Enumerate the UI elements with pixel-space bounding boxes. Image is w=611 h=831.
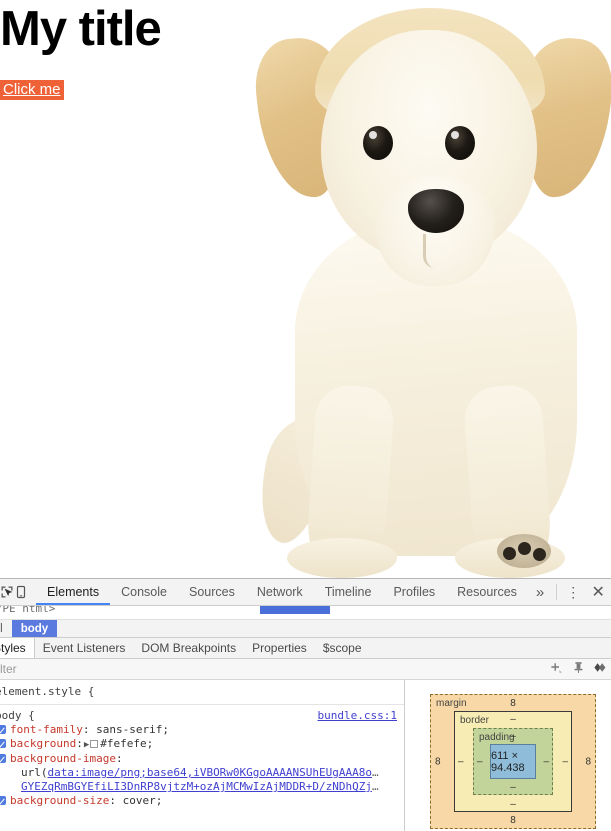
url-ellipsis: … xyxy=(372,766,379,779)
rendered-page: My title Click me xyxy=(0,0,611,578)
style-rule-body[interactable]: body { bundle.css:1 font-family: sans-se… xyxy=(0,709,405,810)
puppy-paw-pad xyxy=(497,534,551,568)
property-name[interactable]: background-size xyxy=(10,794,109,807)
tab-event-listeners[interactable]: Event Listeners xyxy=(35,638,134,658)
puppy-background-image xyxy=(255,0,611,578)
margin-top-value[interactable]: 8 xyxy=(431,698,595,709)
margin-right-value[interactable]: 8 xyxy=(585,756,591,767)
padding-right-value[interactable]: – xyxy=(543,756,549,767)
dom-selection-highlight xyxy=(260,606,330,614)
declaration-background-image[interactable]: background-image: xyxy=(0,752,401,766)
puppy-mouth xyxy=(423,234,449,268)
style-rule-element-style[interactable]: element.style { xyxy=(0,685,405,701)
margin-bottom-value[interactable]: 8 xyxy=(431,815,595,826)
dom-doctype-line[interactable]: <!DOCTYPE html> xyxy=(0,606,55,615)
property-name[interactable]: background-image xyxy=(10,752,116,765)
data-uri-link-cont[interactable]: GYEZqRmBGYEfiLI3DnRP8vjtzM+ozAjMCMwIzAjM… xyxy=(21,780,372,793)
devtools-toolbar-right: ⋮ ✕ xyxy=(552,579,611,605)
device-toolbar-icon[interactable] xyxy=(14,579,28,605)
tab-properties[interactable]: Properties xyxy=(244,638,315,658)
kebab-menu-icon[interactable]: ⋮ xyxy=(561,579,585,605)
tab-resources[interactable]: Resources xyxy=(446,579,528,605)
breadcrumb-item-html[interactable]: html xyxy=(0,620,12,637)
box-model-margin[interactable]: margin 8 8 8 8 border – – – – padding – … xyxy=(430,694,596,829)
border-right-value[interactable]: – xyxy=(562,756,568,767)
styles-filter-bar xyxy=(0,659,611,680)
property-value[interactable]: #fefefe; xyxy=(100,737,153,750)
border-left-value[interactable]: – xyxy=(458,756,464,767)
rule-divider xyxy=(0,704,405,705)
tab-profiles[interactable]: Profiles xyxy=(382,579,446,605)
declaration-checkbox[interactable] xyxy=(0,796,6,805)
pin-icon[interactable] xyxy=(567,661,589,677)
close-icon[interactable]: ✕ xyxy=(585,579,611,605)
box-model-border[interactable]: border – – – – padding – – – – 611 × 94.… xyxy=(454,711,572,812)
breadcrumb-scroll: html body xyxy=(0,620,57,637)
filter-input[interactable] xyxy=(0,662,545,676)
border-top-value[interactable]: – xyxy=(455,714,571,725)
tab-network[interactable]: Network xyxy=(246,579,314,605)
declaration-font-family[interactable]: font-family: sans-serif; xyxy=(0,723,401,737)
property-value[interactable]: cover; xyxy=(123,794,163,807)
new-style-rule-icon[interactable] xyxy=(545,661,567,677)
box-model-padding[interactable]: padding – – – – 611 × 94.438 xyxy=(473,728,553,795)
data-uri-link[interactable]: data:image/png;base64,iVBORw0KGgoAAAANSU… xyxy=(48,766,373,779)
breadcrumb: html body xyxy=(0,619,611,638)
add-new-rule-button[interactable]: + xyxy=(380,827,390,831)
property-name[interactable]: background xyxy=(10,737,76,750)
tab-overflow-icon[interactable]: » xyxy=(528,579,552,605)
declaration-background[interactable]: background:▶#fefefe; xyxy=(0,737,401,752)
background-image-url-line-2[interactable]: GYEZqRmBGYEfiLI3DnRP8vjtzM+ozAjMCMwIzAjM… xyxy=(0,780,401,794)
box-model-content-size[interactable]: 611 × 94.438 xyxy=(490,744,536,779)
devtools-panel: Elements Console Sources Network Timelin… xyxy=(0,578,611,831)
dom-tree-strip: <!DOCTYPE html> xyxy=(0,606,611,619)
tab-styles[interactable]: Styles xyxy=(0,638,35,658)
expand-shorthand-icon[interactable]: ▶ xyxy=(83,740,90,750)
background-image-url-line-1[interactable]: url(data:image/png;base64,iVBORw0KGgoAAA… xyxy=(0,766,401,780)
puppy-right-eye xyxy=(445,126,475,160)
tab-sources[interactable]: Sources xyxy=(178,579,246,605)
declaration-checkbox[interactable] xyxy=(0,725,6,734)
devtools-sidebar-body: element.style { body { bundle.css:1 font… xyxy=(0,680,611,831)
rule-selector[interactable]: element.style { xyxy=(0,685,94,699)
color-swatch[interactable] xyxy=(90,740,98,748)
url-ellipsis: … xyxy=(372,780,379,793)
url-prefix: url( xyxy=(21,766,48,779)
devtools-tab-list: Elements Console Sources Network Timelin… xyxy=(36,579,552,605)
tab-dom-breakpoints[interactable]: DOM Breakpoints xyxy=(133,638,244,658)
tab-scope[interactable]: $scope xyxy=(315,638,370,658)
tab-console[interactable]: Console xyxy=(110,579,178,605)
tab-elements[interactable]: Elements xyxy=(36,579,110,605)
box-model-pane: margin 8 8 8 8 border – – – – padding – … xyxy=(405,680,611,831)
padding-top-value[interactable]: – xyxy=(474,731,552,742)
devtools-toolbar: Elements Console Sources Network Timelin… xyxy=(0,579,611,606)
rule-source-link[interactable]: bundle.css:1 xyxy=(318,709,401,723)
styles-rules-list: element.style { body { bundle.css:1 font… xyxy=(0,680,405,810)
border-bottom-value[interactable]: – xyxy=(455,799,571,810)
inspect-cursor-icon[interactable] xyxy=(0,579,14,605)
class-filter-icon[interactable] xyxy=(589,661,611,677)
declaration-checkbox[interactable] xyxy=(0,739,6,748)
tab-timeline[interactable]: Timeline xyxy=(314,579,383,605)
puppy-left-eye xyxy=(363,126,393,160)
rule-selector[interactable]: body { xyxy=(0,709,35,723)
page-title: My title xyxy=(0,4,161,55)
puppy-left-paw xyxy=(287,538,397,578)
declaration-checkbox[interactable] xyxy=(0,754,6,763)
margin-left-value[interactable]: 8 xyxy=(435,756,441,767)
property-name[interactable]: font-family xyxy=(10,723,83,736)
padding-bottom-value[interactable]: – xyxy=(474,782,552,793)
click-me-button[interactable]: Click me xyxy=(0,80,64,100)
styles-pane[interactable]: element.style { body { bundle.css:1 font… xyxy=(0,680,405,831)
sidebar-tab-list: Styles Event Listeners DOM Breakpoints P… xyxy=(0,638,611,659)
toolbar-divider-right xyxy=(556,584,557,600)
sidebar-tab-scroll: Styles Event Listeners DOM Breakpoints P… xyxy=(0,638,370,658)
padding-left-value[interactable]: – xyxy=(477,756,483,767)
property-value[interactable]: sans-serif; xyxy=(96,723,169,736)
breadcrumb-item-body[interactable]: body xyxy=(12,620,57,637)
declaration-background-size[interactable]: background-size: cover; xyxy=(0,794,401,808)
